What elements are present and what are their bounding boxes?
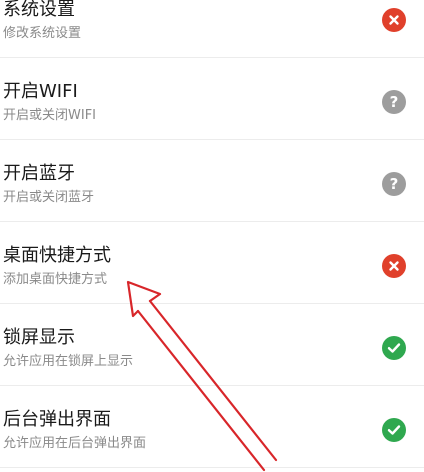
permission-row-background-popup[interactable]: 后台弹出界面 允许应用在后台弹出界面 (0, 386, 424, 468)
permission-settings-screen: 系统设置 修改系统设置 开启WIFI 开启或关闭WIFI ? 开启蓝牙 开启或关… (0, 0, 424, 472)
question-glyph: ? (389, 174, 399, 193)
permission-subtitle: 添加桌面快捷方式 (3, 272, 108, 287)
permission-title: 开启蓝牙 (3, 163, 75, 184)
permission-title: 系统设置 (3, 0, 75, 20)
permission-subtitle: 允许应用在后台弹出界面 (3, 436, 147, 451)
question-icon[interactable]: ? (382, 90, 406, 114)
permission-row-desktop-shortcut[interactable]: 桌面快捷方式 添加桌面快捷方式 (0, 222, 424, 304)
permission-title: 桌面快捷方式 (3, 245, 111, 266)
check-icon[interactable] (382, 418, 406, 442)
permission-row-system-settings[interactable]: 系统设置 修改系统设置 (0, 0, 424, 58)
permission-title: 开启WIFI (3, 81, 78, 102)
check-icon[interactable] (382, 336, 406, 360)
question-glyph: ? (389, 92, 399, 111)
permission-title: 锁屏显示 (3, 327, 75, 348)
permission-subtitle: 允许应用在锁屏上显示 (3, 354, 134, 369)
permission-row-bluetooth[interactable]: 开启蓝牙 开启或关闭蓝牙 ? (0, 140, 424, 222)
permission-subtitle: 开启或关闭WIFI (3, 108, 96, 123)
close-icon[interactable] (382, 254, 406, 278)
permission-subtitle: 开启或关闭蓝牙 (3, 190, 95, 205)
permission-row-lockscreen-display[interactable]: 锁屏显示 允许应用在锁屏上显示 (0, 304, 424, 386)
permission-row-wifi[interactable]: 开启WIFI 开启或关闭WIFI ? (0, 58, 424, 140)
permission-list: 系统设置 修改系统设置 开启WIFI 开启或关闭WIFI ? 开启蓝牙 开启或关… (0, 0, 424, 468)
close-icon[interactable] (382, 8, 406, 32)
permission-title: 后台弹出界面 (3, 409, 111, 430)
permission-subtitle: 修改系统设置 (3, 26, 82, 41)
question-icon[interactable]: ? (382, 172, 406, 196)
